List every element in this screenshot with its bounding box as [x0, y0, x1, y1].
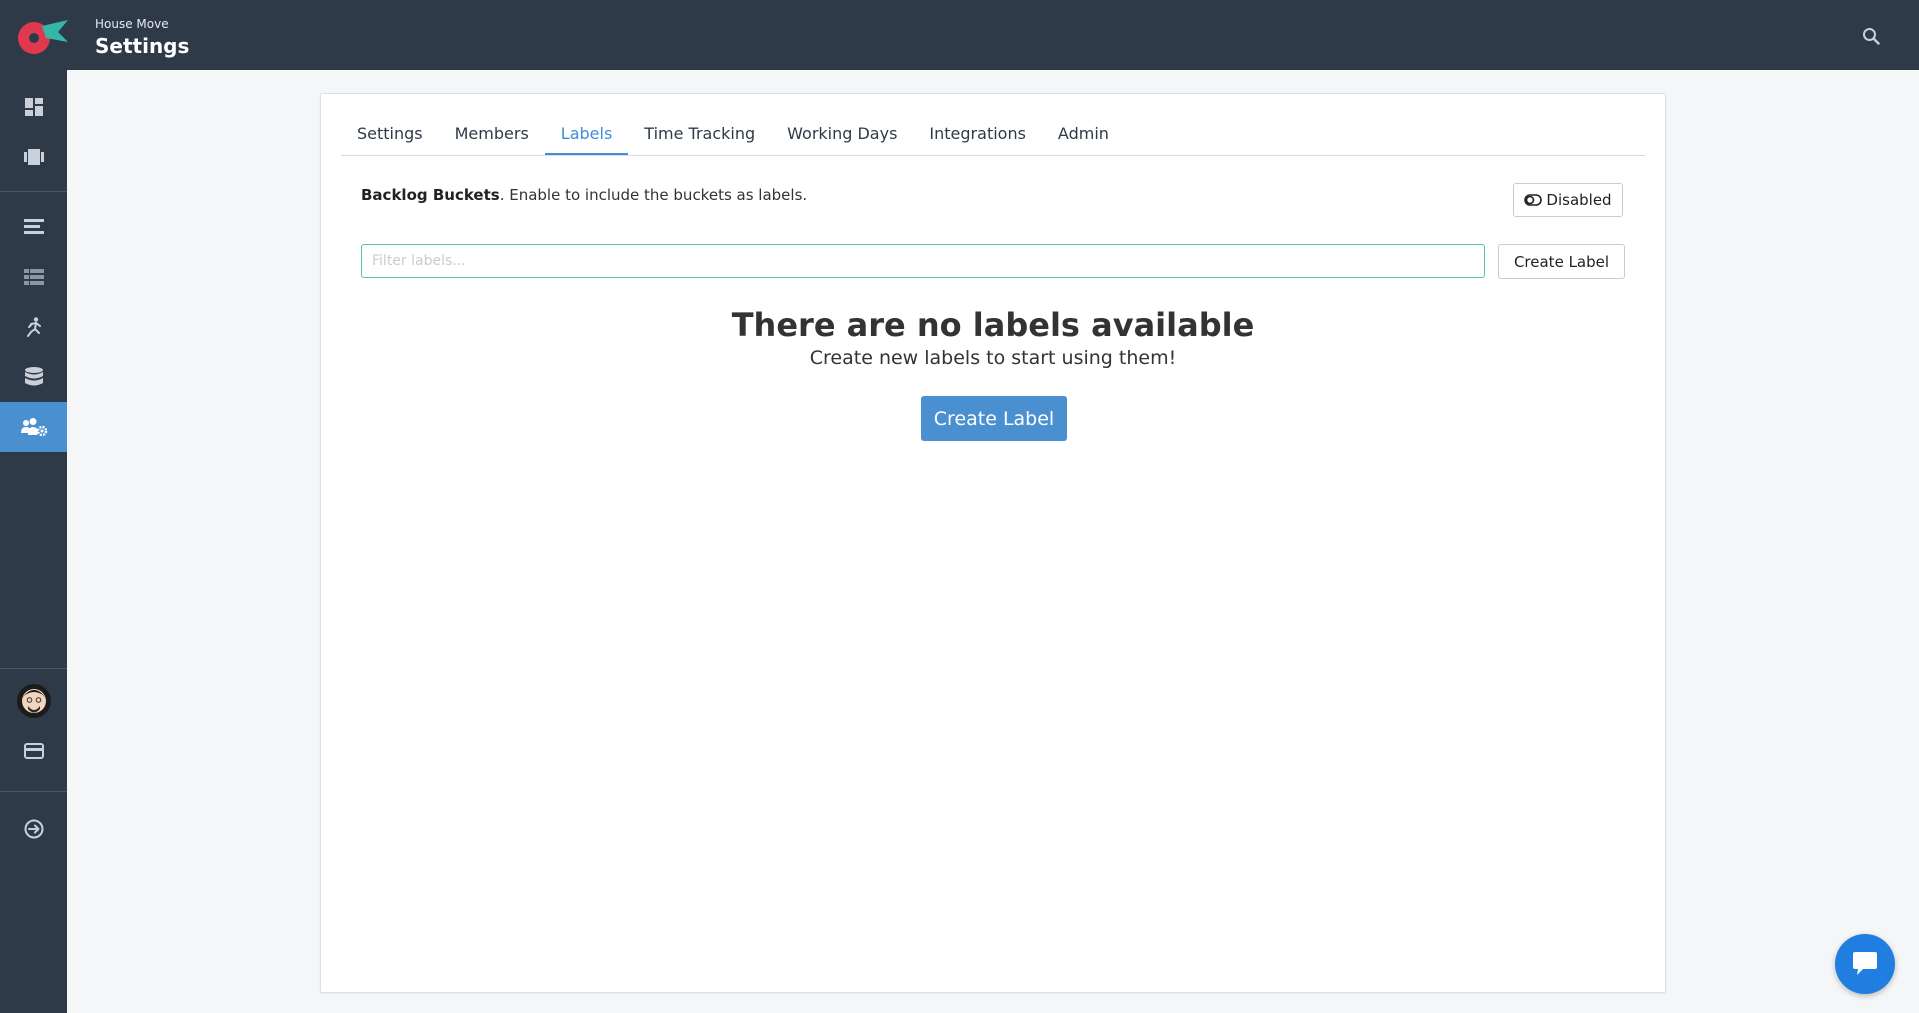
avatar: [16, 684, 51, 718]
toggle-off-icon: [1524, 194, 1543, 206]
settings-tabs: Settings Members Labels Time Tracking Wo…: [341, 114, 1645, 156]
backlog-buckets-text: . Enable to include the buckets as label…: [499, 186, 808, 204]
tab-working-days[interactable]: Working Days: [771, 114, 913, 154]
chat-support-button[interactable]: [1835, 934, 1895, 994]
tab-members[interactable]: Members: [439, 114, 545, 154]
sidebar-item-team-settings[interactable]: [0, 402, 67, 452]
list-icon: [23, 269, 44, 285]
empty-state-create-label-button[interactable]: Create Label: [921, 396, 1067, 441]
tab-time-tracking[interactable]: Time Tracking: [628, 114, 771, 154]
filter-labels-input[interactable]: [361, 244, 1485, 278]
team-settings-icon: [20, 418, 47, 437]
sidebar-divider: [0, 791, 67, 792]
app-logo[interactable]: [14, 12, 68, 56]
sidebar-item-sprint[interactable]: [0, 302, 67, 352]
sidebar-item-backlog[interactable]: [0, 202, 67, 252]
search-icon[interactable]: [1862, 27, 1880, 45]
sidebar-item-list[interactable]: [0, 252, 67, 302]
database-icon: [24, 367, 43, 386]
sidebar-item-boards[interactable]: [0, 132, 67, 182]
top-bar: House Move Settings: [0, 0, 1919, 70]
dashboard-icon: [24, 98, 43, 116]
sidebar-item-logout[interactable]: [0, 804, 67, 854]
sidebar-divider: [0, 668, 67, 669]
settings-panel: Settings Members Labels Time Tracking Wo…: [320, 93, 1666, 993]
sidebar-item-database[interactable]: [0, 352, 67, 402]
tab-labels[interactable]: Labels: [544, 114, 629, 155]
empty-state-title: There are no labels available: [731, 306, 1255, 344]
sprint-runner-icon: [26, 317, 41, 337]
tab-settings[interactable]: Settings: [341, 114, 439, 154]
backlog-icon: [23, 219, 44, 234]
sidebar-item-profile[interactable]: [0, 676, 67, 726]
tab-admin[interactable]: Admin: [1042, 114, 1125, 154]
backlog-buckets-description: Backlog Buckets. Enable to include the b…: [361, 186, 807, 204]
sidebar-item-billing[interactable]: [0, 726, 67, 776]
backlog-buckets-title: Backlog Buckets: [361, 186, 500, 204]
billing-card-icon: [23, 743, 44, 759]
page-title: Settings: [95, 34, 190, 58]
sidebar-divider: [0, 191, 67, 192]
backlog-buckets-toggle-button[interactable]: Disabled: [1513, 183, 1623, 217]
tab-integrations[interactable]: Integrations: [913, 114, 1042, 154]
boards-icon: [23, 149, 44, 165]
logout-icon: [24, 819, 43, 839]
empty-state-subtitle: Create new labels to start using them!: [809, 347, 1177, 369]
toggle-label: Disabled: [1546, 191, 1612, 209]
project-name: House Move: [95, 17, 169, 31]
create-label-button[interactable]: Create Label: [1498, 244, 1625, 279]
sidebar: [0, 70, 67, 1013]
chat-icon: [1853, 952, 1877, 975]
sidebar-item-dashboard[interactable]: [0, 82, 67, 132]
